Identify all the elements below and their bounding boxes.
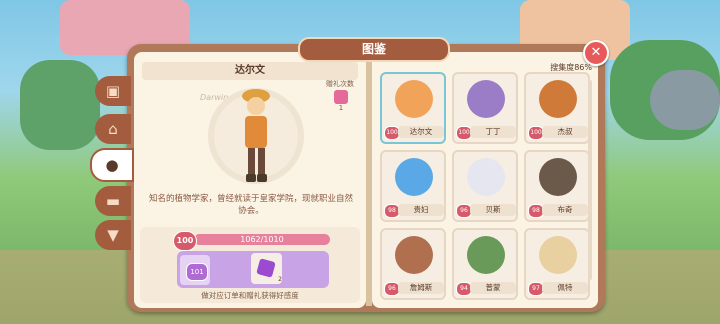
character-card-name: 佩特 (542, 282, 588, 294)
gift-count-label: 赠礼次数 (326, 80, 354, 88)
window-title: 图鉴 (298, 37, 450, 62)
character-card-name: 布奇 (542, 204, 588, 216)
character-card[interactable]: 100 达尔文 (380, 72, 446, 144)
character-card[interactable]: 98 布奇 (524, 150, 590, 222)
grid-scrollbar[interactable] (588, 80, 592, 280)
sofa-icon: ▬ (105, 192, 121, 210)
character-portrait-icon (395, 80, 433, 118)
gift-count-value: 1 (338, 104, 344, 112)
character-card[interactable]: 97 佩特 (524, 228, 590, 300)
character-name: 达尔文 (142, 62, 358, 80)
animal-icon: ● (105, 156, 119, 174)
character-card[interactable]: 96 贝斯 (452, 150, 518, 222)
character-portrait-icon (539, 158, 577, 196)
character-portrait-icon (395, 236, 433, 274)
character-card-name: 达尔文 (398, 126, 444, 138)
character-description: 知名的植物学家，曾经就读于皇家学院，现就职业自然协会。 (148, 194, 353, 216)
character-card[interactable]: 98 贵妇 (380, 150, 446, 222)
character-portrait-icon (467, 80, 505, 118)
character-card-name: 贝斯 (470, 204, 516, 216)
character-portrait-icon (395, 158, 433, 196)
character-card-name: 詹姆斯 (398, 282, 444, 294)
character-card-name: 丁丁 (470, 126, 516, 138)
house-icon: ⌂ (108, 120, 118, 138)
tab-characters[interactable]: ● (90, 148, 134, 182)
character-card-name: 贵妇 (398, 204, 444, 216)
character-portrait-icon (539, 80, 577, 118)
background-rock (650, 70, 720, 130)
affection-level-heart: 100 (173, 231, 197, 251)
background-tree (20, 60, 100, 150)
character-portrait-icon (539, 236, 577, 274)
close-icon: ✕ (590, 45, 602, 60)
tab-buildings[interactable]: ⌂ (95, 114, 131, 144)
affection-tip: 做对应订单和赠礼获得好感度 (201, 291, 299, 300)
box-icon: ▣ (105, 82, 121, 100)
character-portrait-icon (467, 236, 505, 274)
tab-clothing[interactable]: ▼ (95, 220, 131, 250)
book-spine (366, 54, 372, 306)
tab-furniture[interactable]: ▬ (95, 186, 131, 216)
character-card[interactable]: 100 丁丁 (452, 72, 518, 144)
reward-level-badge: 101 (186, 263, 208, 281)
character-card[interactable]: 96 詹姆斯 (380, 228, 446, 300)
shirt-icon: ▼ (107, 226, 119, 244)
character-card[interactable]: 100 杰叔 (524, 72, 590, 144)
character-portrait-icon (467, 158, 505, 196)
character-card-name: 杰叔 (542, 126, 588, 138)
tab-orders[interactable]: ▣ (95, 76, 131, 106)
gift-icon (334, 90, 348, 104)
character-card-name: 普蒙 (470, 282, 516, 294)
character-card[interactable]: 94 普蒙 (452, 228, 518, 300)
reward-item-count: 2 (278, 276, 282, 283)
character-portrait (242, 89, 270, 182)
affection-progress-text: 1062/1010 (240, 235, 284, 244)
